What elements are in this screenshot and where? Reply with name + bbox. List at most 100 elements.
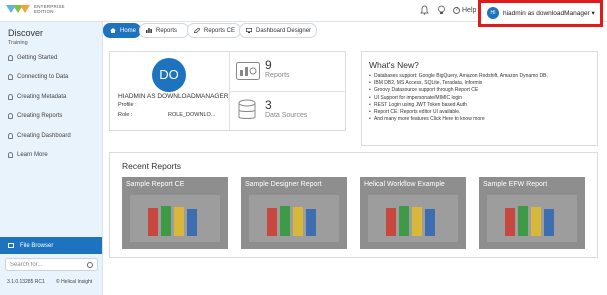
list-item-click-here[interactable]: And many more features Click Here to kno… bbox=[369, 116, 595, 123]
folder-icon bbox=[8, 243, 14, 248]
tab-label: Reports bbox=[156, 27, 178, 34]
list-item: UI Support for impersonate/MIMIC login bbox=[369, 95, 595, 102]
thumbnail-chart-preview bbox=[130, 195, 220, 242]
bar-chart-icon bbox=[146, 28, 152, 33]
list-item: Groovy Datasource support through Report… bbox=[369, 87, 595, 94]
sidebar-item-creating-metadata[interactable]: Creating Metadata bbox=[8, 94, 66, 100]
sidebar-item-creating-reports[interactable]: Creating Reports bbox=[8, 113, 62, 119]
sidebar: Discover Training Getting Started Connec… bbox=[0, 22, 103, 295]
preview-bar bbox=[386, 208, 396, 236]
profile-avatar: DO bbox=[152, 58, 186, 92]
report-thumbnail-title: Sample Designer Report bbox=[245, 181, 322, 188]
divider bbox=[230, 91, 346, 92]
sidebar-title: Discover bbox=[8, 28, 44, 38]
preview-bar bbox=[293, 207, 303, 236]
file-browser-label: File Browser bbox=[20, 242, 54, 249]
reports-count: 9 bbox=[265, 58, 272, 72]
report-stats-icon[interactable] bbox=[236, 62, 260, 80]
report-thumbnail-title: Sample Report CE bbox=[126, 181, 185, 188]
search-icon[interactable] bbox=[87, 262, 93, 268]
profile-label: Profile : bbox=[118, 102, 137, 108]
monitor-icon bbox=[246, 28, 252, 33]
list-item: Databases support: Google BigQuery, Amaz… bbox=[369, 73, 595, 80]
sidebar-item-label: Creating Reports bbox=[17, 113, 63, 119]
whats-new-card: What's New? Databases support: Google Bi… bbox=[361, 51, 598, 146]
file-browser-button[interactable]: File Browser bbox=[0, 237, 102, 254]
preview-bar bbox=[148, 208, 158, 236]
tab-home[interactable]: Home bbox=[103, 23, 141, 38]
tab-label: Dashboard Designer bbox=[256, 27, 312, 34]
caret-down-icon: ▾ bbox=[591, 10, 595, 17]
report-thumbnail[interactable]: Helical Workflow Example bbox=[360, 177, 466, 249]
recent-reports-card: Recent Reports Sample Report CE Sample D… bbox=[109, 152, 598, 258]
lightbulb-icon bbox=[8, 94, 13, 100]
sidebar-item-label: Creating Dashboard bbox=[17, 133, 71, 139]
preview-bar bbox=[267, 208, 277, 236]
whats-new-title: What's New? bbox=[369, 60, 419, 70]
preview-bar bbox=[174, 207, 184, 236]
lightbulb-icon[interactable] bbox=[437, 5, 446, 15]
brand-label: © Helical Insight bbox=[56, 279, 93, 285]
sidebar-item-connecting-to-data[interactable]: Connecting to Data bbox=[8, 74, 68, 80]
help-link[interactable]: ? Help bbox=[453, 7, 476, 14]
sidebar-item-label: Connecting to Data bbox=[17, 74, 69, 80]
helical-logo[interactable]: ENTERPRISE EDITION bbox=[6, 4, 65, 14]
thumbnail-chart-preview bbox=[249, 195, 339, 242]
preview-bar bbox=[518, 206, 528, 236]
report-thumbnail-title: Helical Workflow Example bbox=[364, 181, 445, 188]
user-avatar: HI bbox=[487, 7, 499, 19]
breadcrumb-tabs: Home Reports Reports CE Dashboard Design… bbox=[103, 22, 607, 39]
list-item: REST Login using JWT Token based Auth bbox=[369, 102, 595, 109]
list-item: Report CE: Reports editor UI available. bbox=[369, 109, 595, 116]
tab-reports[interactable]: Reports bbox=[139, 23, 189, 38]
tab-label: Reports CE bbox=[204, 27, 236, 34]
preview-bar bbox=[544, 209, 554, 236]
sidebar-item-getting-started[interactable]: Getting Started bbox=[8, 55, 57, 61]
help-label: Help bbox=[462, 7, 477, 14]
list-item: IBM DB2, MS Access, SQLite, Teradata, In… bbox=[369, 80, 595, 87]
pencil-icon bbox=[194, 28, 200, 33]
search-input[interactable] bbox=[10, 261, 85, 269]
preview-bar bbox=[505, 208, 515, 236]
app-header: ENTERPRISE EDITION ? Help HI hiadmin as … bbox=[0, 0, 607, 27]
report-thumbnail-title: Sample EFW Report bbox=[483, 181, 548, 188]
sidebar-item-label: Learn More bbox=[17, 152, 48, 158]
logo-icon bbox=[6, 5, 30, 13]
tab-dashboard-designer[interactable]: Dashboard Designer bbox=[239, 23, 317, 38]
preview-bar bbox=[187, 209, 197, 236]
report-thumbnail[interactable]: Sample Report CE bbox=[122, 177, 228, 249]
tab-reports-ce[interactable]: Reports CE bbox=[187, 23, 241, 38]
report-thumbnail[interactable]: Sample Designer Report bbox=[241, 177, 347, 249]
bell-icon[interactable] bbox=[420, 5, 429, 15]
preview-bar bbox=[399, 206, 409, 236]
profile-name: HIADMIN AS DOWNLOADMANAGER bbox=[118, 93, 229, 100]
lightbulb-icon bbox=[8, 113, 13, 119]
sidebar-item-label: Getting Started bbox=[17, 55, 58, 61]
sidebar-item-creating-dashboard[interactable]: Creating Dashboard bbox=[8, 133, 71, 139]
thumbnail-chart-preview bbox=[487, 195, 577, 242]
whats-new-list: Databases support: Google BigQuery, Amaz… bbox=[369, 73, 595, 123]
help-icon: ? bbox=[453, 7, 460, 14]
profile-card: DO HIADMIN AS DOWNLOADMANAGER Profile : … bbox=[109, 51, 346, 131]
lightbulb-icon bbox=[8, 74, 13, 80]
datasources-count: 3 bbox=[265, 98, 272, 112]
sidebar-subtitle: Training bbox=[8, 40, 28, 46]
role-label: Role : bbox=[118, 112, 133, 118]
preview-bar bbox=[161, 206, 171, 236]
report-thumbnail[interactable]: Sample EFW Report bbox=[479, 177, 585, 249]
sidebar-item-label: Creating Metadata bbox=[17, 94, 67, 100]
sidebar-item-learn-more[interactable]: Learn More bbox=[8, 152, 48, 158]
home-icon bbox=[110, 28, 116, 33]
version-label: 3.1.0.13285 RC1 bbox=[7, 279, 45, 285]
lightbulb-icon bbox=[8, 55, 13, 61]
database-icon[interactable] bbox=[238, 99, 256, 121]
datasources-label[interactable]: Data Sources bbox=[265, 112, 307, 119]
search-box bbox=[5, 258, 98, 271]
preview-bar bbox=[306, 209, 316, 236]
role-value: ROLE_DOWNLO... bbox=[168, 112, 216, 118]
thumbnail-chart-preview bbox=[368, 195, 458, 242]
preview-bar bbox=[425, 209, 435, 236]
reports-label[interactable]: Reports bbox=[265, 72, 290, 79]
recent-reports-title: Recent Reports bbox=[122, 161, 182, 171]
preview-bar bbox=[531, 207, 541, 236]
